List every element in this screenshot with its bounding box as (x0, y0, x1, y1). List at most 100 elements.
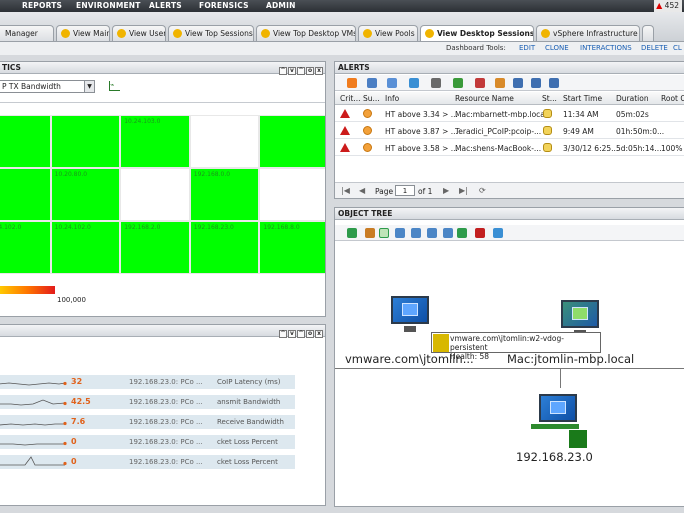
col-root-cause[interactable]: Root C (661, 94, 684, 103)
clone-link[interactable]: CLONE (545, 44, 569, 52)
delete-icon[interactable] (475, 78, 485, 88)
menu-alerts[interactable]: ALERTS (149, 1, 182, 10)
subnet-node-icon[interactable] (539, 394, 577, 422)
menu-environment[interactable]: ENVIRONMENT (76, 1, 141, 10)
select-mode-icon[interactable] (379, 228, 389, 238)
col-info[interactable]: Info (385, 94, 399, 103)
heatmap-cell[interactable] (120, 168, 190, 221)
expand-icon[interactable]: v (288, 67, 296, 75)
tab-view-pools[interactable]: View Pools (358, 25, 418, 41)
sparkline-value: 0 (71, 457, 77, 466)
vm-node-label[interactable]: vmware.com\jtomlin... (345, 352, 474, 366)
tab-vsphere-infrastructure[interactable]: vSphere Infrastructure (536, 25, 640, 41)
tab-view-top-sessions[interactable]: View Top Sessions (168, 25, 254, 41)
heatmap-cell[interactable] (0, 168, 51, 221)
search-icon[interactable] (531, 78, 541, 88)
tab-view-main[interactable]: View Main (56, 25, 110, 41)
next-page-icon[interactable]: ▶ (443, 186, 449, 195)
sparkline-row[interactable]: 42.5 192.168.23.0: PCo ... ansmit Bandwidt… (0, 395, 295, 409)
columns-icon[interactable] (431, 78, 441, 88)
heatmap-cell[interactable]: 192.168.8.0 (259, 221, 325, 274)
expand-icon[interactable]: v (288, 330, 296, 338)
refresh-icon[interactable]: ⟳ (479, 186, 486, 195)
heatmap-cell[interactable]: 192.168.0.0 (189, 168, 260, 221)
col-start-time[interactable]: Start Time (563, 94, 602, 103)
mac-node-label[interactable]: Mac:jtomlin-mbp.local (507, 352, 634, 366)
alert-row[interactable]: HT above 3.34 > ... Mac:mbarnett-mbp.loca… (335, 106, 684, 122)
interactions-link[interactable]: INTERACTIONS (580, 44, 632, 52)
menu-forensics[interactable]: FORENSICS (199, 1, 249, 10)
vm-node-icon[interactable] (391, 296, 429, 324)
heatmap-cell[interactable]: 10.20.80.0 (50, 168, 121, 221)
heatmap-cell[interactable] (259, 168, 325, 221)
last-page-icon[interactable]: ▶| (459, 186, 468, 195)
zoom-reset-icon[interactable] (427, 228, 437, 238)
sparkline-row[interactable]: 0 192.168.23.0: PCo ... cket Loss Percent (0, 455, 295, 469)
close-icon[interactable]: x (315, 67, 323, 75)
close-icon[interactable]: x (315, 330, 323, 338)
col-duration[interactable]: Duration (616, 94, 649, 103)
first-page-icon[interactable]: |◀ (341, 186, 350, 195)
alert-row[interactable]: HT above 3.58 > ... Mac:shens-MacBook-...… (335, 140, 684, 156)
layout-icon[interactable] (443, 228, 453, 238)
sparkline-row[interactable]: 0 192.168.23.0: PCo ... cket Loss Percent (0, 435, 295, 449)
clear-link[interactable]: CL (673, 44, 682, 52)
menu-admin[interactable]: ADMIN (266, 1, 296, 10)
chart-icon[interactable]: ⌁ (109, 81, 120, 91)
settings-icon[interactable]: o (306, 330, 314, 338)
heatmap-cell[interactable]: 10.24.103.0 (120, 115, 190, 168)
tab-overflow[interactable] (642, 25, 654, 41)
maximize-icon[interactable]: ^ (297, 67, 305, 75)
heatmap-cell[interactable] (0, 115, 51, 168)
copy-icon[interactable] (387, 78, 397, 88)
fit-icon[interactable] (347, 228, 357, 238)
sparkline-row[interactable]: 7.6 192.168.23.0: PCo ... Receive Bandwidt… (0, 415, 295, 429)
export-icon[interactable] (453, 78, 463, 88)
col-resource-name[interactable]: Resource Name (455, 94, 514, 103)
heatmap-cell[interactable] (259, 115, 325, 168)
rss-icon[interactable] (347, 78, 357, 88)
subnet-node-label[interactable]: 192.168.23.0 (516, 450, 593, 464)
clock-icon[interactable] (513, 78, 523, 88)
tab-view-top-desktop-vms[interactable]: View Top Desktop VMs (256, 25, 356, 41)
collapse-icon[interactable]: ^ (279, 330, 287, 338)
sparkline-row[interactable]: 32 192.168.23.0: PCo ... CoIP Latency (ms) (0, 375, 295, 389)
heatmap-cell[interactable]: 192.168.2.0 (120, 221, 190, 274)
menu-reports[interactable]: REPORTS (22, 1, 62, 10)
heatmap-cell[interactable]: 10.24.102.0 (0, 221, 51, 274)
alert-icon[interactable] (475, 228, 485, 238)
zoom-in-icon[interactable] (395, 228, 405, 238)
tab-view-users[interactable]: View Users (112, 25, 166, 41)
prev-page-icon[interactable]: ◀ (359, 186, 365, 195)
settings-icon[interactable]: o (306, 67, 314, 75)
heatmap-cell[interactable]: 192.168.23.0 (189, 221, 260, 274)
filter-icon[interactable] (493, 228, 503, 238)
heatmap-cell[interactable] (50, 115, 121, 168)
col-criticality[interactable]: Crit... (340, 94, 361, 103)
tab-view-desktop-sessions[interactable]: View Desktop Sessions (420, 25, 534, 41)
heatmap-cell[interactable] (189, 115, 260, 168)
zoom-out-icon[interactable] (411, 228, 421, 238)
filter-icon[interactable] (409, 78, 419, 88)
heatmap-grid: 10.24.103.0 10.20.80.0 192.168.0.0 10.24.10… (0, 102, 325, 274)
alert-count: 452 (664, 1, 679, 10)
sparkline-metric: CoIP Latency (ms) (217, 378, 281, 386)
col-subtype[interactable]: Su... (363, 94, 380, 103)
tab-manager[interactable]: Manager (0, 25, 54, 41)
metric-select[interactable]: P TX Bandwidth ▼ (0, 80, 95, 93)
grid-icon[interactable] (367, 78, 377, 88)
col-status[interactable]: St... (542, 94, 557, 103)
heatmap-cell[interactable]: 10.24.102.0 (50, 221, 121, 274)
refresh-tree-icon[interactable] (365, 228, 375, 238)
alert-count-badge[interactable]: ▲ 452 (654, 0, 682, 12)
chart-icon[interactable] (457, 228, 467, 238)
maximize-icon[interactable]: ^ (297, 330, 305, 338)
tag-icon[interactable] (495, 78, 505, 88)
collapse-icon[interactable]: ^ (279, 67, 287, 75)
alert-row[interactable]: HT above 3.87 > ... Teradici_PCoIP:pcoip-… (335, 123, 684, 139)
edit-link[interactable]: EDIT (519, 44, 535, 52)
page-number-input[interactable]: 1 (395, 185, 415, 196)
mac-node-icon[interactable] (561, 300, 599, 328)
user-icon[interactable] (549, 78, 559, 88)
delete-link[interactable]: DELETE (641, 44, 668, 52)
